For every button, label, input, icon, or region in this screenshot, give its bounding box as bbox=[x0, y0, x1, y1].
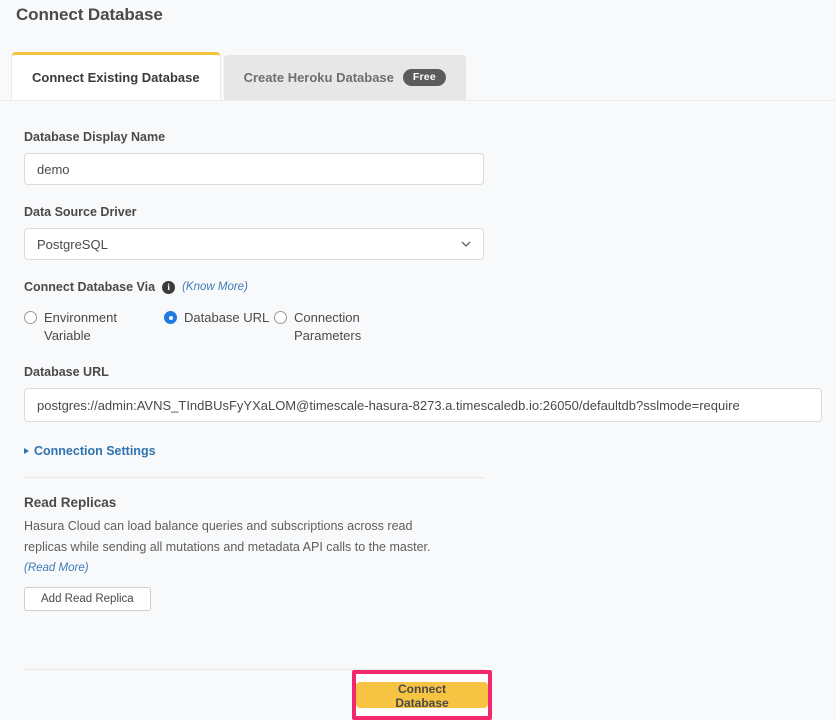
connect-database-button[interactable]: Connect Database bbox=[356, 682, 488, 708]
connect-database-form: Database Display Name demo Data Source D… bbox=[24, 130, 824, 611]
radio-environment-variable[interactable]: Environment Variable bbox=[24, 309, 164, 345]
connect-database-via-label: Connect Database Via bbox=[24, 280, 155, 294]
read-replicas-description: Hasura Cloud can load balance queries an… bbox=[24, 516, 444, 579]
database-url-input[interactable]: postgres://admin:AVNS_TIndBUsFyYXaLOM@ti… bbox=[24, 388, 822, 422]
connect-database-highlight-box: Connect Database bbox=[352, 670, 492, 720]
radio-dot-icon bbox=[24, 311, 37, 324]
connect-via-radio-group: Environment Variable Database URL Connec… bbox=[24, 309, 484, 345]
read-replicas-section: Read Replicas Hasura Cloud can load bala… bbox=[24, 495, 824, 611]
radio-label: Database URL bbox=[184, 309, 274, 327]
page-title: Connect Database bbox=[16, 5, 163, 25]
know-more-link[interactable]: (Know More) bbox=[182, 281, 248, 293]
database-url-label: Database URL bbox=[24, 365, 824, 379]
database-display-name-input[interactable]: demo bbox=[24, 153, 484, 185]
connect-database-via-row: Connect Database Via i (Know More) bbox=[24, 280, 824, 294]
radio-label: Environment Variable bbox=[44, 309, 140, 345]
connection-settings-toggle[interactable]: Connection Settings bbox=[24, 444, 156, 458]
connection-settings-label: Connection Settings bbox=[34, 444, 156, 458]
tab-connect-existing-database[interactable]: Connect Existing Database bbox=[12, 52, 220, 100]
read-replicas-description-text: Hasura Cloud can load balance queries an… bbox=[24, 519, 430, 554]
tab-strip: Connect Existing Database Create Heroku … bbox=[12, 52, 466, 100]
caret-right-icon bbox=[24, 448, 29, 454]
radio-database-url[interactable]: Database URL bbox=[164, 309, 274, 345]
free-badge: Free bbox=[403, 69, 446, 87]
data-source-driver-select[interactable]: PostgreSQL bbox=[24, 228, 484, 260]
info-icon[interactable]: i bbox=[162, 281, 175, 294]
database-display-name-label: Database Display Name bbox=[24, 130, 824, 144]
data-source-driver-wrapper: PostgreSQL bbox=[24, 228, 484, 260]
radio-dot-icon bbox=[164, 311, 177, 324]
radio-dot-icon bbox=[274, 311, 287, 324]
tab-strip-divider bbox=[0, 100, 836, 101]
radio-label: Connection Parameters bbox=[294, 309, 390, 345]
read-replicas-title: Read Replicas bbox=[24, 495, 824, 510]
add-read-replica-button[interactable]: Add Read Replica bbox=[24, 587, 151, 611]
data-source-driver-label: Data Source Driver bbox=[24, 205, 824, 219]
tab-label: Create Heroku Database bbox=[244, 70, 394, 85]
tab-label: Connect Existing Database bbox=[32, 70, 200, 85]
section-divider bbox=[24, 477, 484, 478]
tab-create-heroku-database[interactable]: Create Heroku Database Free bbox=[224, 55, 466, 100]
radio-connection-parameters[interactable]: Connection Parameters bbox=[274, 309, 414, 345]
read-more-link[interactable]: (Read More) bbox=[24, 562, 89, 574]
